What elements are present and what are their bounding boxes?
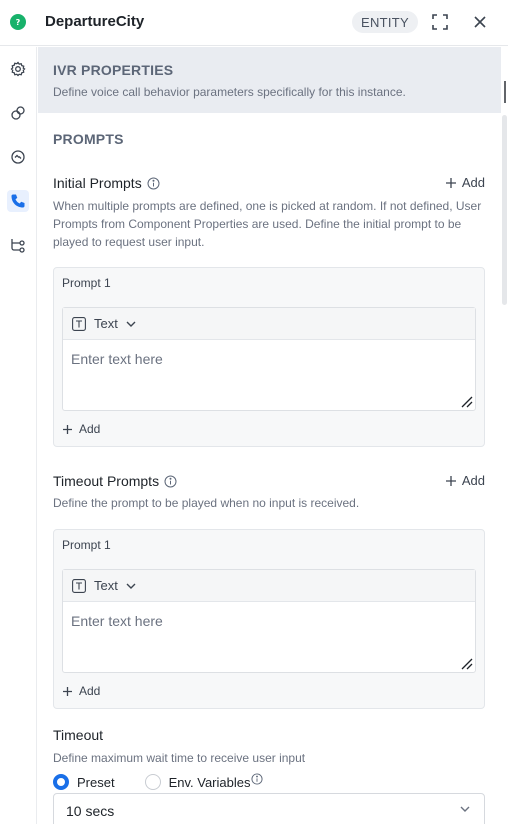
entity-badge: ENTITY [352,11,419,33]
text-type-icon [72,578,86,593]
phone-icon [11,194,25,208]
add-prompt-variant-button[interactable]: Add [63,684,100,698]
prompt-text-input[interactable] [63,341,475,410]
timeout-select-value: 10 secs [66,803,115,819]
rail-item-history[interactable] [7,146,29,168]
timeout-prompt-card: Prompt 1 Text Add [53,529,485,709]
left-rail [0,47,37,824]
prompt-type-select[interactable]: Text [72,578,136,593]
timeout-select[interactable]: 10 secs [53,793,485,824]
prompt-editor: Text [62,307,476,411]
radio-preset-label: Preset [77,774,115,790]
timeout-source-radio-group: Preset Env. Variables [53,773,264,790]
properties-content: IVR PROPERTIES Define voice call behavio… [38,47,501,824]
initial-prompts-title: Initial Prompts [53,175,160,191]
timeout-title: Timeout [53,727,103,743]
prompt-card-label: Prompt 1 [62,538,111,552]
prompt-type-label: Text [94,316,118,331]
radio-env-variables[interactable] [144,774,161,790]
initial-prompt-card: Prompt 1 Text Add [53,267,485,447]
rail-item-voice[interactable] [7,190,29,212]
flow-icon [11,239,25,253]
plus-icon [63,686,72,696]
chat-bubble-logo-icon: ? [10,14,26,30]
rail-item-settings[interactable] [7,58,29,80]
ivr-properties-title: IVR PROPERTIES [53,62,174,78]
add-timeout-prompt-button[interactable]: Add [445,473,485,488]
info-icon[interactable] [164,475,177,488]
expand-icon[interactable] [431,13,449,31]
radio-preset[interactable] [53,774,69,790]
chevron-down-icon [460,806,470,812]
add-prompt-variant-button[interactable]: Add [63,422,100,436]
prompt-editor: Text [62,569,476,673]
info-icon[interactable] [147,177,160,190]
timeout-help: Define maximum wait time to receive user… [53,751,306,765]
ivr-properties-description: Define voice call behavior parameters sp… [53,85,406,99]
info-icon[interactable] [251,773,264,785]
timeout-prompts-help: Define the prompt to be played when no i… [53,496,360,510]
mouse-cursor-icon [504,81,506,103]
add-label: Add [461,473,485,488]
scrollbar-thumb[interactable] [502,115,507,305]
radio-env-variables-label: Env. Variables [168,774,251,790]
gear-icon [10,61,26,77]
inner-add-label: Add [79,422,101,436]
inner-add-label: Add [79,684,101,698]
chevron-down-icon [126,583,136,589]
prompt-type-label: Text [94,578,118,593]
editor-toolbar: Text [63,570,475,602]
initial-prompts-help: When multiple prompts are defined, one i… [53,199,482,249]
add-initial-prompt-button[interactable]: Add [445,175,485,190]
timeout-prompts-title: Timeout Prompts [53,473,177,489]
ivr-properties-banner: IVR PROPERTIES Define voice call behavio… [38,47,501,113]
page-title: DepartureCity [45,13,145,30]
prompt-card-label: Prompt 1 [62,276,111,290]
resize-handle-icon[interactable] [461,396,473,408]
resize-handle-icon[interactable] [461,658,473,670]
rail-item-flow[interactable] [7,234,29,256]
rail-item-connections[interactable] [7,102,29,124]
timeout-prompts-label: Timeout Prompts [53,473,160,489]
refresh-icon [11,150,25,164]
close-icon[interactable] [471,13,489,31]
add-label: Add [461,175,485,190]
chevron-down-icon [126,321,136,327]
initial-prompts-label: Initial Prompts [53,175,142,191]
plus-icon [445,475,456,486]
plus-icon [63,424,72,434]
panel-header: ? DepartureCity ENTITY [0,0,508,46]
editor-toolbar: Text [63,308,475,340]
link-icon [11,106,25,120]
svg-text:?: ? [16,18,21,27]
prompt-text-input[interactable] [63,603,475,672]
prompt-type-select[interactable]: Text [72,316,136,331]
timeout-label: Timeout [53,727,104,743]
text-type-icon [72,316,86,331]
plus-icon [445,177,456,188]
prompts-section-title: PROMPTS [53,131,124,147]
